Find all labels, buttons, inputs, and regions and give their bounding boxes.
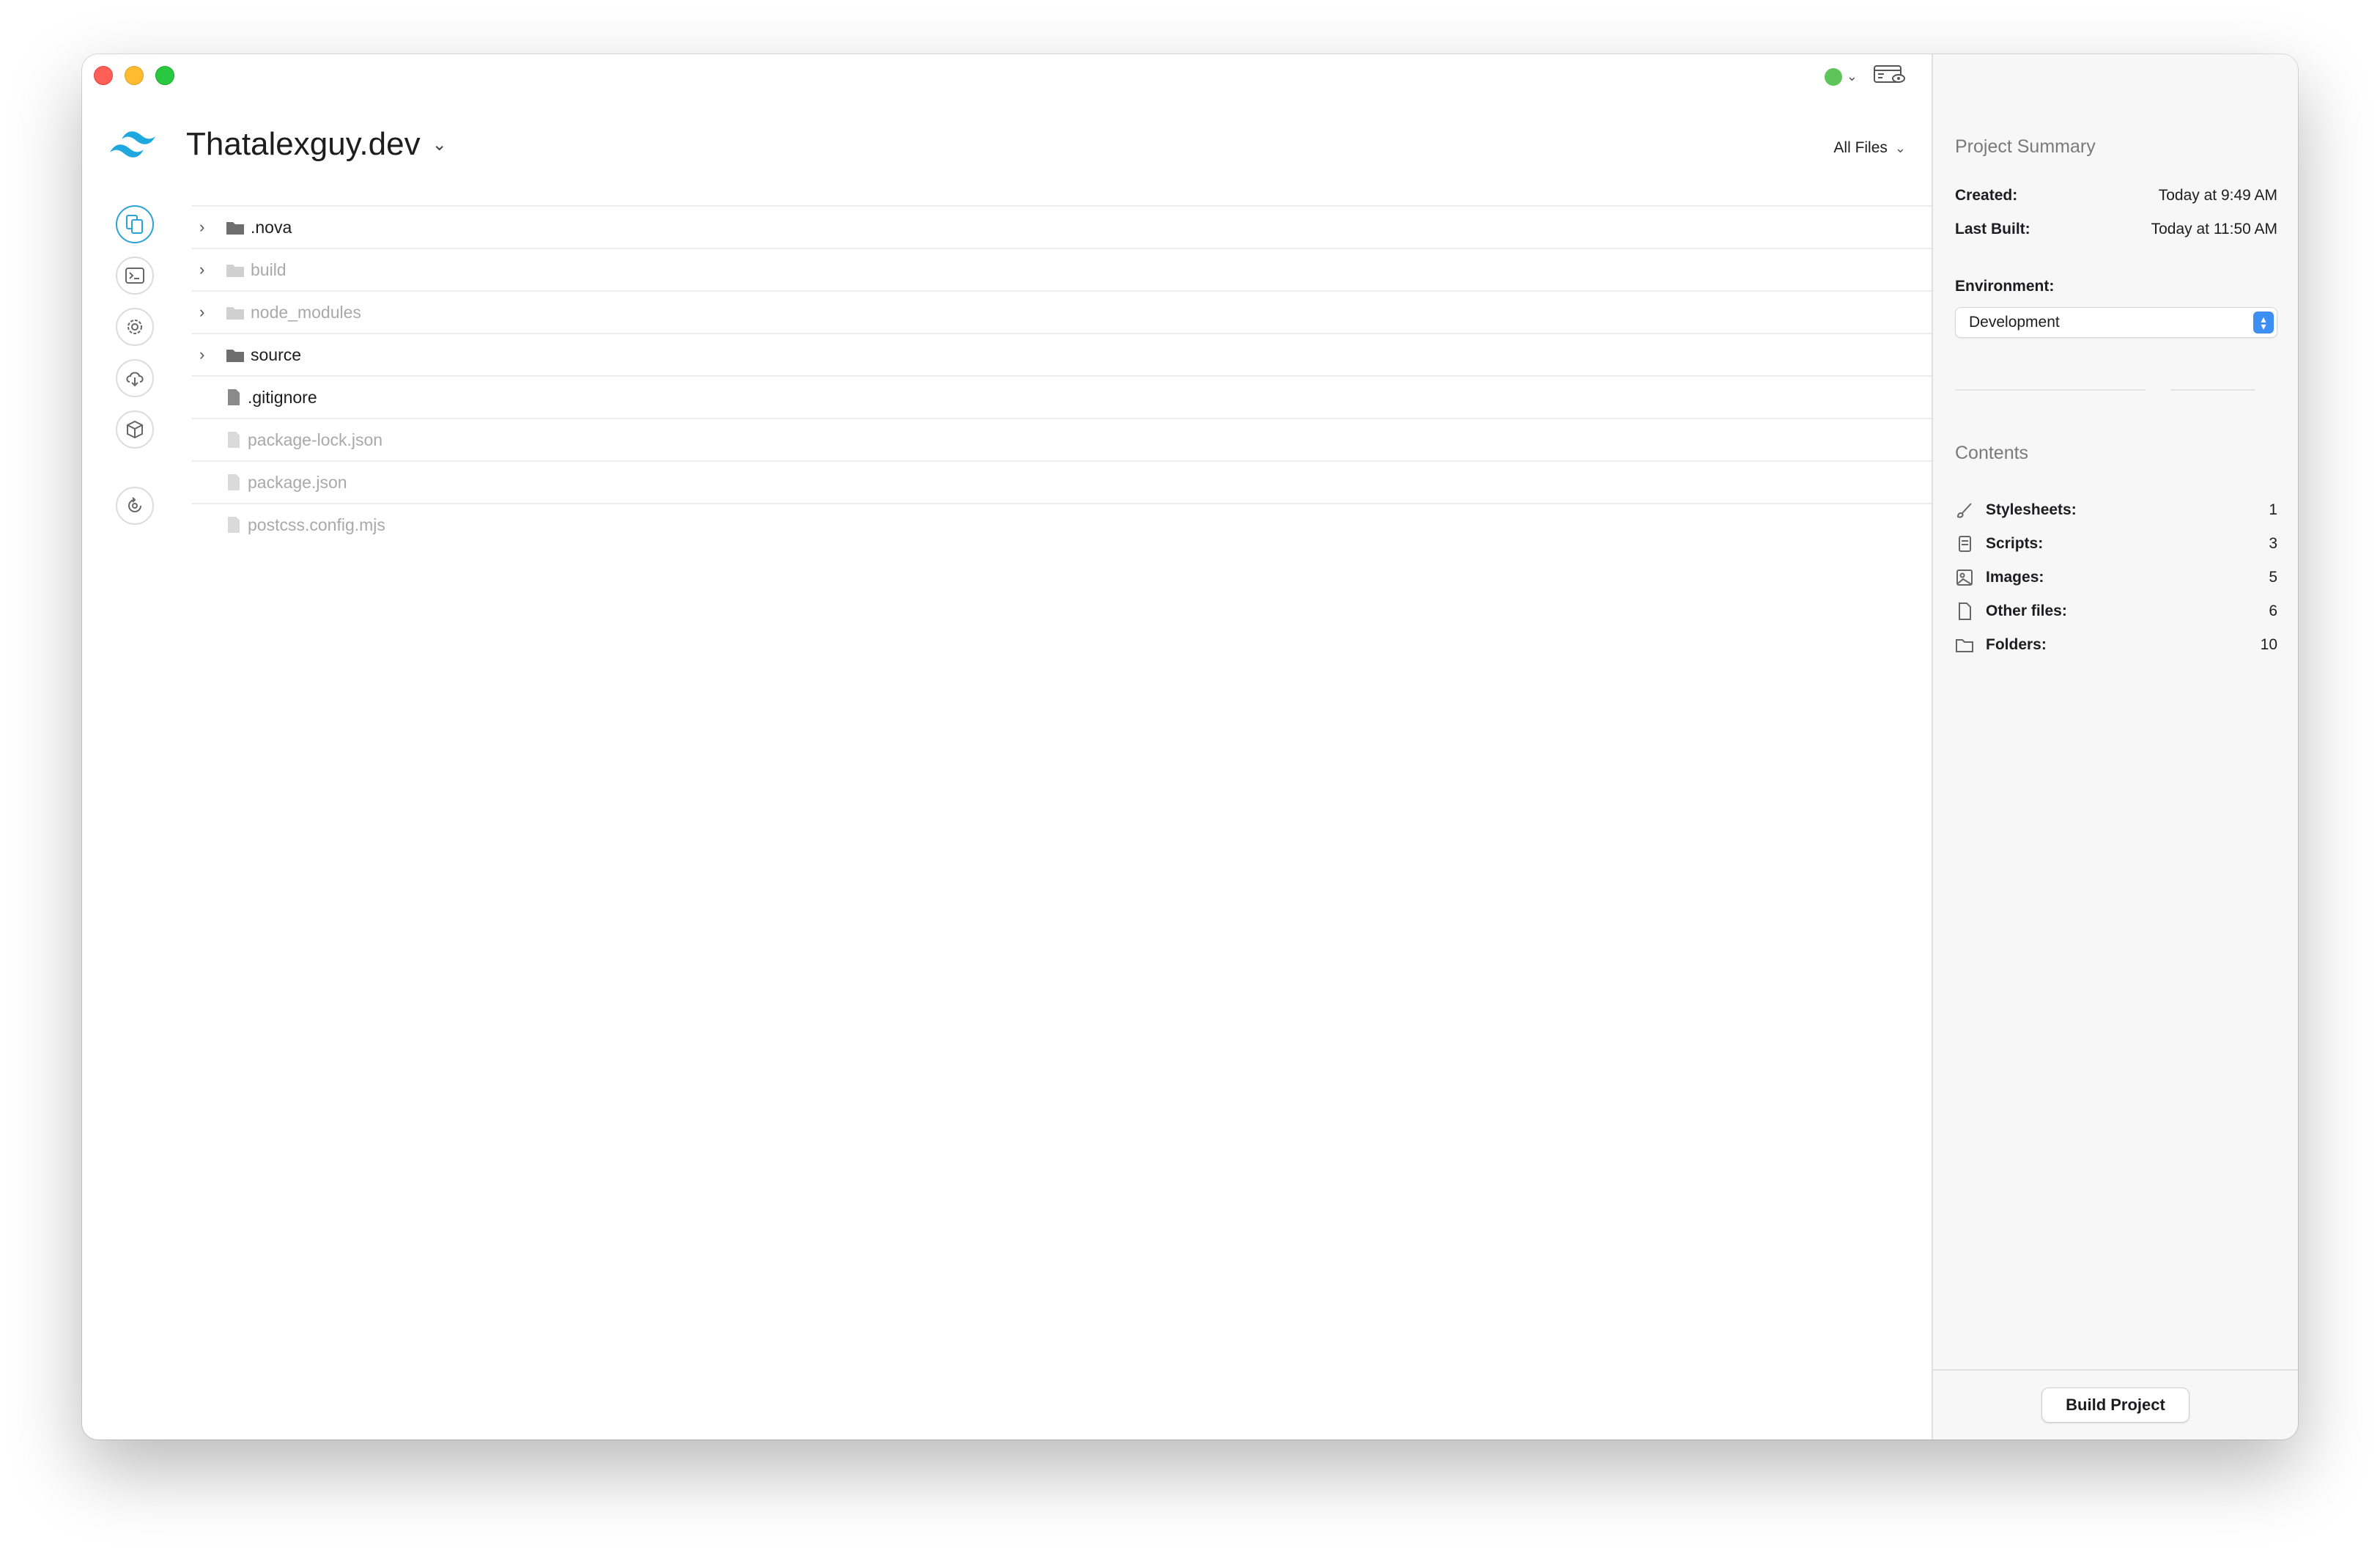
contents-row-stylesheets: Stylesheets: 1: [1955, 493, 2277, 527]
package-box-icon: [127, 420, 143, 439]
script-scroll-icon: [1959, 536, 1971, 552]
disclosure-chevron-icon[interactable]: ›: [199, 345, 214, 364]
contents-row-other-files: Other files: 6: [1955, 594, 2277, 628]
rail-spacer: [116, 462, 157, 487]
rail-sync-button[interactable]: [116, 487, 154, 525]
stylesheet-brush-icon: [1956, 503, 1972, 518]
contents-value: 5: [2269, 569, 2277, 586]
tailwind-logo-icon: [107, 126, 166, 164]
contents-value: 6: [2269, 602, 2277, 619]
document-icon: [228, 517, 240, 533]
select-stepper-icon: ▴ ▾: [2253, 312, 2274, 333]
document-icon: [228, 474, 240, 490]
cloud-publish-icon: [126, 372, 144, 387]
folder-icon: [226, 350, 244, 362]
chevron-down-icon: ⌄: [1894, 140, 1906, 155]
rail-publish-button[interactable]: [116, 359, 154, 397]
created-row: Created: Today at 9:49 AM: [1955, 187, 2277, 204]
contents-label: Folders:: [1986, 636, 2047, 653]
file-filter-label: All Files: [1833, 139, 1888, 156]
created-label: Created:: [1955, 187, 2018, 204]
close-window-button[interactable]: [94, 66, 113, 85]
contents-heading: Contents: [1955, 443, 2029, 463]
zoom-window-button[interactable]: [155, 66, 174, 85]
file-row-node-modules[interactable]: › node_modules: [192, 290, 1992, 333]
chevron-down-icon: ⌄: [432, 134, 447, 155]
contents-value: 10: [2260, 636, 2277, 653]
file-row-source[interactable]: › source: [192, 333, 1992, 375]
contents-value: 1: [2269, 501, 2277, 518]
file-filter-dropdown[interactable]: All Files ⌄: [1833, 139, 1906, 157]
environment-label: Environment:: [1955, 278, 2055, 295]
file-row-package-lock[interactable]: package-lock.json: [192, 418, 1992, 460]
file-name: postcss.config.mjs: [248, 515, 385, 534]
folder-icon: [1956, 639, 1973, 652]
file-name: build: [251, 259, 287, 279]
contents-row-images: Images: 5: [1955, 561, 2277, 594]
contents-row-folders: Folders: 10: [1955, 628, 2277, 662]
file-browser-list: › .nova › build › node_modules › source …: [192, 205, 1992, 545]
folder-icon: [226, 222, 244, 235]
contents-label: Stylesheets:: [1986, 501, 2077, 518]
chevron-down-icon: ⌄: [1846, 69, 1858, 84]
navigation-rail: [116, 205, 157, 538]
file-row-nova[interactable]: › .nova: [192, 205, 1992, 248]
last-built-row: Last Built: Today at 11:50 AM: [1955, 221, 2277, 238]
summary-section: Project Summary Created: Today at 9:49 A…: [1955, 136, 2277, 391]
contents-label: Scripts:: [1986, 535, 2044, 552]
document-icon: [1959, 602, 1971, 620]
project-summary-sidebar: Project Summary Created: Today at 9:49 A…: [1932, 54, 2298, 1440]
environment-value: Development: [1969, 314, 2060, 331]
file-row-build[interactable]: › build: [192, 248, 1992, 290]
disclosure-chevron-icon[interactable]: ›: [199, 260, 214, 279]
contents-value: 3: [2269, 535, 2277, 552]
file-row-gitignore[interactable]: .gitignore: [192, 375, 1992, 418]
project-title: Thatalexguy.dev: [186, 126, 421, 162]
sidebar-footer: Build Project: [1933, 1369, 2298, 1440]
disclosure-chevron-icon[interactable]: ›: [199, 218, 214, 237]
terminal-icon: [125, 268, 144, 284]
file-name: .nova: [251, 217, 292, 237]
traffic-lights: [94, 66, 174, 85]
section-divider: [1955, 389, 2277, 391]
folder-icon: [226, 265, 244, 277]
file-row-package-json[interactable]: package.json: [192, 460, 1992, 503]
file-name: source: [251, 344, 302, 364]
file-name: node_modules: [251, 302, 361, 322]
rail-terminal-button[interactable]: [116, 257, 154, 295]
last-built-value: Today at 11:50 AM: [2151, 221, 2277, 237]
settings-gear-icon: [128, 320, 142, 334]
minimize-window-button[interactable]: [125, 66, 144, 85]
image-icon: [1956, 570, 1973, 586]
status-dot-icon: [1824, 67, 1842, 86]
contents-label: Other files:: [1986, 602, 2067, 619]
disclosure-chevron-icon[interactable]: ›: [199, 303, 214, 322]
document-icon: [228, 432, 240, 448]
contents-row-scripts: Scripts: 3: [1955, 527, 2277, 561]
folder-icon: [226, 307, 244, 320]
last-built-label: Last Built:: [1955, 221, 2030, 237]
files-icon: [126, 215, 143, 234]
app-window: ⌄ Thatalexguy.dev ⌄ All Files ⌄ › .nova …: [82, 54, 2298, 1440]
rail-files-button[interactable]: [116, 205, 154, 243]
contents-label: Images:: [1986, 569, 2044, 586]
file-name: .gitignore: [248, 387, 317, 407]
file-name: package-lock.json: [248, 430, 383, 449]
document-icon: [228, 389, 240, 405]
toolbar-right: ⌄: [1824, 64, 1906, 89]
preview-eye-icon[interactable]: [1874, 64, 1906, 89]
environment-select[interactable]: Development ▴ ▾: [1955, 307, 2277, 338]
project-title-menu[interactable]: Thatalexguy.dev ⌄: [186, 126, 447, 163]
rail-packages-button[interactable]: [116, 410, 154, 449]
sync-icon: [128, 497, 141, 512]
summary-heading: Project Summary: [1955, 136, 2096, 157]
contents-section: Contents Stylesheets: 1 Scripts: 3 Image…: [1955, 443, 2277, 662]
build-project-button[interactable]: Build Project: [2041, 1387, 2189, 1423]
file-row-postcss-config[interactable]: postcss.config.mjs: [192, 503, 1992, 545]
status-menu[interactable]: ⌄: [1824, 67, 1858, 86]
created-value: Today at 9:49 AM: [2158, 187, 2277, 204]
rail-settings-button[interactable]: [116, 308, 154, 346]
file-name: package.json: [248, 472, 347, 492]
